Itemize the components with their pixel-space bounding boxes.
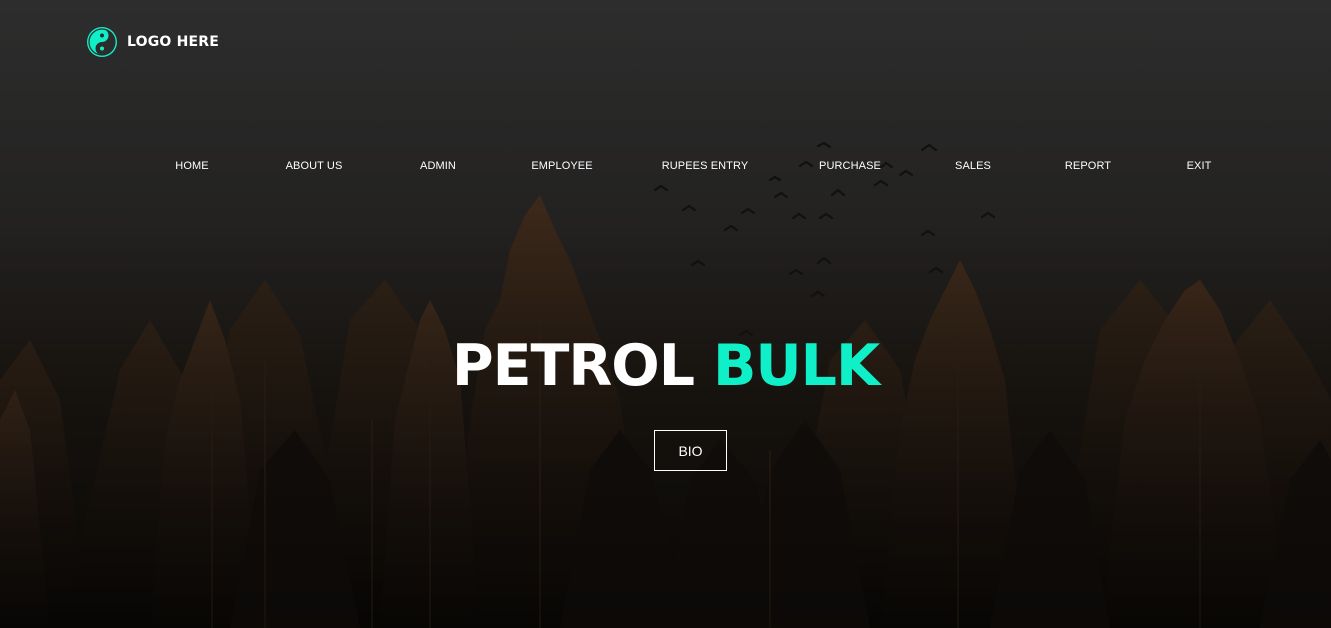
- nav-item-about-us[interactable]: ABOUT US: [286, 160, 343, 172]
- bio-button[interactable]: BIO: [654, 430, 727, 471]
- hero-title: PETROL BULK: [0, 333, 1331, 399]
- hero-title-primary: PETROL: [451, 333, 695, 399]
- yin-yang-icon: [87, 27, 117, 57]
- nav-item-purchase[interactable]: PURCHASE: [819, 160, 881, 172]
- nav-item-rupees-entry[interactable]: RUPEES ENTRY: [662, 160, 749, 172]
- forest-background-image: [0, 0, 1331, 628]
- logo-text: LOGO HERE: [127, 34, 220, 50]
- nav-item-admin[interactable]: ADMIN: [420, 160, 456, 172]
- nav-item-employee[interactable]: EMPLOYEE: [531, 160, 592, 172]
- nav-item-exit[interactable]: EXIT: [1187, 160, 1212, 172]
- nav-item-home[interactable]: HOME: [175, 160, 208, 172]
- main-nav: HOME ABOUT US ADMIN EMPLOYEE RUPEES ENTR…: [0, 160, 1331, 178]
- hero-title-accent: BULK: [712, 333, 880, 399]
- hero-section: LOGO HERE HOME ABOUT US ADMIN EMPLOYEE R…: [0, 0, 1331, 628]
- nav-item-report[interactable]: REPORT: [1065, 160, 1111, 172]
- nav-item-sales[interactable]: SALES: [955, 160, 991, 172]
- logo[interactable]: LOGO HERE: [86, 26, 219, 58]
